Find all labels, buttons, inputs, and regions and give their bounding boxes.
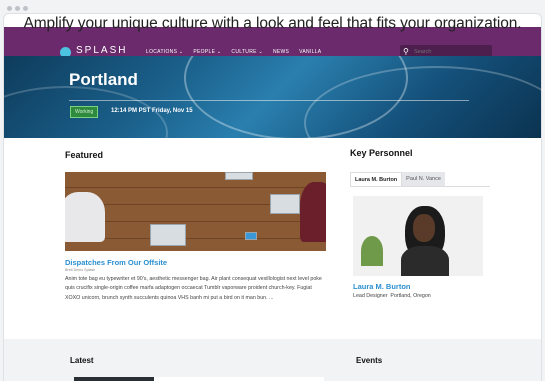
key-personnel-heading: Key Personnel	[350, 148, 413, 158]
person-figure	[65, 192, 105, 242]
wood-plank	[65, 187, 326, 188]
laptop	[150, 224, 186, 246]
main-nav: LOCATIONS ⌄ PEOPLE ⌄ CULTURE ⌄ NEWS VANI…	[146, 49, 321, 55]
personnel-role: Lead Designer	[353, 293, 388, 299]
divider	[69, 100, 469, 101]
person-face	[413, 214, 435, 242]
tagline: Amplify your unique culture with a look …	[23, 15, 522, 32]
tab-paul-vance[interactable]: Paul N. Vance	[402, 172, 445, 186]
featured-article-title[interactable]: Dispatches From Our Offsite	[65, 258, 167, 267]
nav-locations[interactable]: LOCATIONS ⌄	[146, 49, 183, 55]
article-excerpt: Anim tote bag eu typewriter et 90's, aes…	[65, 276, 322, 301]
person-body	[401, 246, 449, 276]
local-time: 12:14 PM PST Friday, Nov 15	[111, 108, 193, 114]
personnel-name[interactable]: Laura M. Burton	[353, 282, 411, 291]
window-dot	[7, 6, 12, 11]
nav-vanilla[interactable]: VANILLA	[299, 49, 321, 55]
nav-news[interactable]: NEWS	[273, 49, 289, 55]
nav-culture[interactable]: CULTURE ⌄	[231, 49, 263, 55]
personnel-details: Lead Designer Portland, Oregon	[353, 293, 431, 299]
featured-heading: Featured	[65, 150, 104, 160]
browser-window: SPLASH LOCATIONS ⌄ PEOPLE ⌄ CULTURE ⌄ NE…	[4, 14, 541, 381]
phone	[245, 232, 257, 240]
personnel-location: Portland, Oregon	[390, 293, 431, 299]
latest-card[interactable]	[154, 377, 324, 381]
tab-laura-burton[interactable]: Laura M. Burton	[350, 172, 403, 186]
article-byline: Brett Demo Splash	[65, 268, 96, 272]
brand-name[interactable]: SPLASH	[76, 45, 127, 56]
window-dot	[15, 6, 20, 11]
personnel-photo	[353, 196, 483, 276]
plant	[361, 236, 383, 266]
tab-divider	[350, 186, 490, 187]
person-figure	[300, 182, 326, 242]
featured-image[interactable]	[65, 172, 326, 251]
location-title: Portland	[69, 70, 138, 89]
status-badge: Working	[70, 106, 99, 118]
nav-people[interactable]: PEOPLE ⌄	[193, 49, 221, 55]
window-dot	[23, 6, 28, 11]
latest-heading: Latest	[70, 356, 94, 365]
window-controls	[7, 6, 28, 11]
laptop	[270, 194, 300, 214]
laptop	[225, 172, 253, 180]
latest-thumbnail[interactable]	[74, 377, 154, 381]
hero-banner: Portland Working 12:14 PM PST Friday, No…	[4, 56, 541, 138]
events-heading: Events	[356, 356, 383, 365]
personnel-tabs: Laura M. Burton Paul N. Vance	[350, 172, 445, 186]
